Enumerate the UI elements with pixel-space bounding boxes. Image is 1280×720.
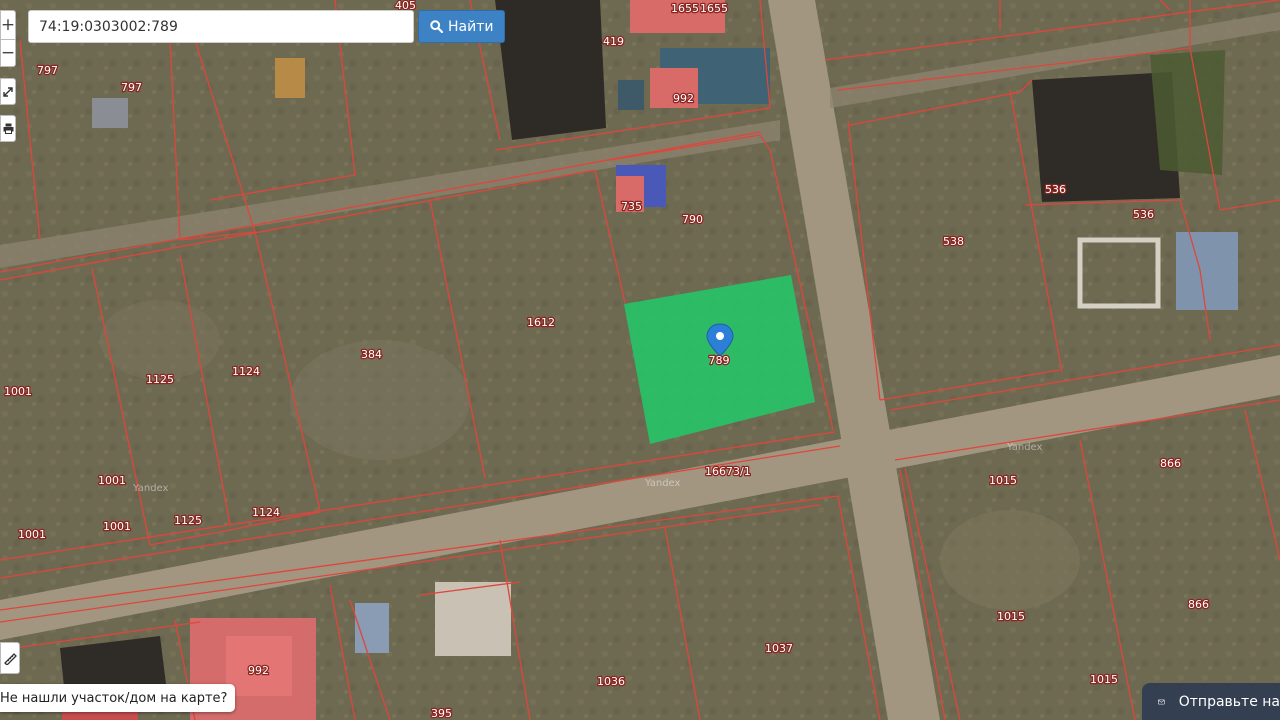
parcel-label[interactable]: 1612: [526, 315, 557, 331]
building: [92, 98, 128, 128]
parcel-label[interactable]: 992: [247, 663, 271, 679]
building: [1176, 232, 1238, 310]
parcel-label[interactable]: 536: [1132, 207, 1156, 223]
search-button-label: Найти: [448, 18, 494, 35]
zoom-out-label: −: [0, 43, 16, 63]
satellite-map[interactable]: 789 405 1655 1655 797 797 419 992 536 53…: [0, 0, 1280, 720]
measure-button[interactable]: [0, 642, 20, 674]
ruler-icon: [3, 652, 17, 665]
print-button[interactable]: [0, 115, 16, 142]
building: [435, 582, 511, 656]
building: [355, 603, 389, 653]
not-found-help-button[interactable]: Не нашли участок/дом на карте?: [0, 684, 236, 712]
zoom-in-label: +: [0, 15, 16, 35]
parcel-label[interactable]: 797: [36, 63, 60, 79]
parcel-label[interactable]: 1655: [699, 1, 730, 17]
parcel-label[interactable]: 536: [1044, 182, 1068, 198]
parcel-label[interactable]: 866: [1159, 456, 1183, 472]
terrain-patch: [940, 510, 1080, 610]
parcel-label[interactable]: 1001: [3, 384, 34, 400]
expand-icon: [3, 86, 13, 97]
parcel-label[interactable]: 1015: [1089, 672, 1120, 688]
parcel-label[interactable]: 1655: [670, 1, 701, 17]
zoom-in-button[interactable]: +: [0, 10, 16, 40]
parcel-label[interactable]: 538: [942, 234, 966, 250]
parcel-label[interactable]: 797: [120, 80, 144, 96]
tree-line: [1150, 50, 1225, 175]
map-watermark: Yandex: [132, 483, 169, 494]
parcel-label[interactable]: 992: [672, 91, 696, 107]
search-icon: [430, 20, 443, 33]
parcel-label[interactable]: 1124: [251, 505, 282, 521]
parcel-label[interactable]: 395: [430, 706, 454, 720]
parcel-label[interactable]: 1001: [97, 473, 128, 489]
parcel-label[interactable]: 1125: [145, 372, 176, 388]
building: [618, 80, 644, 110]
parcel-label[interactable]: 735: [620, 199, 644, 215]
map-watermark: Yandex: [644, 478, 681, 489]
parcel-label[interactable]: 1001: [17, 527, 48, 543]
search-button[interactable]: Найти: [418, 10, 506, 43]
building: [275, 58, 305, 98]
parcel-label[interactable]: 1036: [596, 674, 627, 690]
map-watermark: Yandex: [1006, 442, 1043, 453]
parcel-label[interactable]: 1125: [173, 513, 204, 529]
parcel-label[interactable]: 16673/1: [704, 464, 752, 480]
search-bar: Найти: [28, 10, 506, 43]
zoom-out-button[interactable]: −: [0, 39, 16, 67]
search-input[interactable]: [28, 10, 414, 43]
parcel-label[interactable]: 1001: [102, 519, 133, 535]
not-found-help-label: Не нашли участок/дом на карте?: [0, 690, 228, 706]
parcel-label[interactable]: 384: [360, 347, 384, 363]
parcel-label[interactable]: 419: [602, 34, 626, 50]
terrain-patch: [100, 300, 220, 380]
parcel-label[interactable]: 1124: [231, 364, 262, 380]
chat-icon: [1158, 699, 1165, 704]
chat-widget-button[interactable]: Отправьте на: [1142, 683, 1280, 720]
parcel-label[interactable]: 790: [681, 212, 705, 228]
dark-field: [495, 0, 606, 140]
parcel-label[interactable]: 789: [707, 353, 731, 369]
fullscreen-button[interactable]: [0, 78, 16, 105]
parcel-label[interactable]: 866: [1187, 597, 1211, 613]
parcel-label[interactable]: 1015: [988, 473, 1019, 489]
parcel-label[interactable]: 1015: [996, 609, 1027, 625]
parcel-label[interactable]: 1037: [764, 641, 795, 657]
chat-widget-label: Отправьте на: [1178, 693, 1280, 710]
print-icon: [3, 123, 13, 134]
